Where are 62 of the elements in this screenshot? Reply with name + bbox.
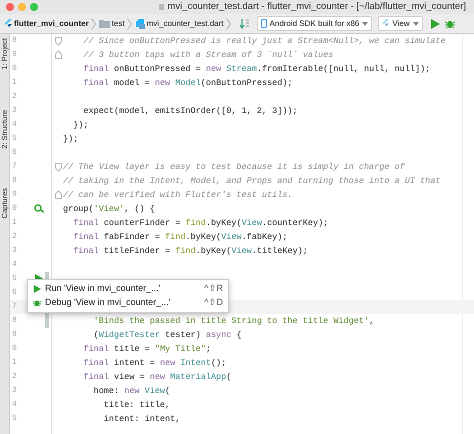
code-line: // 3 button taps with a Stream of 3 `null` values [82,49,334,62]
line-number: 4 [12,259,17,271]
code-line: }); [72,119,89,132]
menu-item-label: Run 'View in mvi_counter_...' [45,282,160,296]
device-dropdown[interactable]: Android SDK built for x86 [256,16,372,31]
code-line: final titleFinder = find.byKey(View.titleKey); [72,245,308,258]
line-number: 9 [12,329,17,341]
line-number: 7 [12,161,17,173]
line-number: 1 [12,217,17,229]
menu-item-label: Debug 'View in mvi_counter_...' [45,296,170,310]
shortcut-label: ^⇧R [204,282,223,296]
line-number: 0 [12,63,17,75]
code-line: // Since onButtonPressed is really just a Stream<Null>, we can simulate [82,35,446,48]
code-line: }); [63,133,78,146]
line-number: 1 [12,77,17,89]
line-number: 2 [12,91,17,103]
code-line: (WidgetTester tester) async { [92,329,242,342]
menu-item[interactable]: Run 'View in mvi_counter_...' ^⇧R [28,282,228,296]
code-line: // can be verified with Flutter's test utils. [63,189,293,202]
line-number: 3 [12,105,17,117]
line-number: 5 [12,413,17,425]
code-line: final onButtonPressed = new Stream.fromIterable([null, null, null]); [82,63,430,76]
code-line: final title = "My Title"; [82,343,211,356]
line-number: 1 [12,357,17,369]
line-number: 3 [12,245,17,257]
shortcut-label: ^⇧D [204,296,223,310]
line-number: 2 [12,371,17,383]
line-number: 5 [12,133,17,145]
line-number: 9 [12,189,17,201]
line-number: 4 [12,399,17,411]
line-number: 0 [12,203,17,215]
run-config-dropdown[interactable]: View [378,16,423,31]
line-number: 8 [12,35,17,47]
line-number: 0 [12,343,17,355]
code-line: expect(model, emitsInOrder([0, 1, 2, 3])); [82,105,298,118]
code-line: final fabFinder = find.byKey(View.fabKey); [72,231,288,244]
line-number: 4 [12,119,17,131]
code-line: title: title, [102,399,170,412]
line-number: 8 [12,175,17,187]
code-line: // The View layer is easy to test because it is simply in charge of [63,161,405,174]
code-line: final counterFinder = find.byKey(View.counterKey); [72,217,328,230]
line-number: 7 [12,301,17,313]
line-number: 8 [12,315,17,327]
line-number: 2 [12,231,17,243]
breadcrumb-item[interactable]: flutter_mvi_counter [14,18,89,30]
code-line: home: new View( [92,385,170,398]
code-line: // taking in the Intent, Model, and Props and turning those into a UI that [63,175,440,188]
breadcrumb-item[interactable]: mvi_counter_test.dart [146,18,224,30]
menu-item[interactable]: Debug 'View in mvi_counter_...' ^⇧D [28,296,228,310]
line-number: 6 [12,147,17,159]
breadcrumb-item[interactable]: test [112,18,125,30]
code-line: group('View', () { [63,203,155,216]
code-line: final model = new Model(onButtonPressed); [82,77,293,90]
line-number: 3 [12,385,17,397]
code-line: 'Binds the passed in title String to the title Widget', [92,315,374,328]
line-number: 6 [12,287,17,299]
code-line: final intent = new Intent(); [82,357,226,370]
code-line: final view = new MaterialApp( [82,371,232,384]
line-number: 9 [12,49,17,61]
window-title: mvi_counter_test.dart - flutter_mvi_counter - [~/lab/flutter_mvi_counter] [167,0,466,14]
line-number: 5 [12,273,17,285]
code-line: intent: intent, [102,413,180,426]
